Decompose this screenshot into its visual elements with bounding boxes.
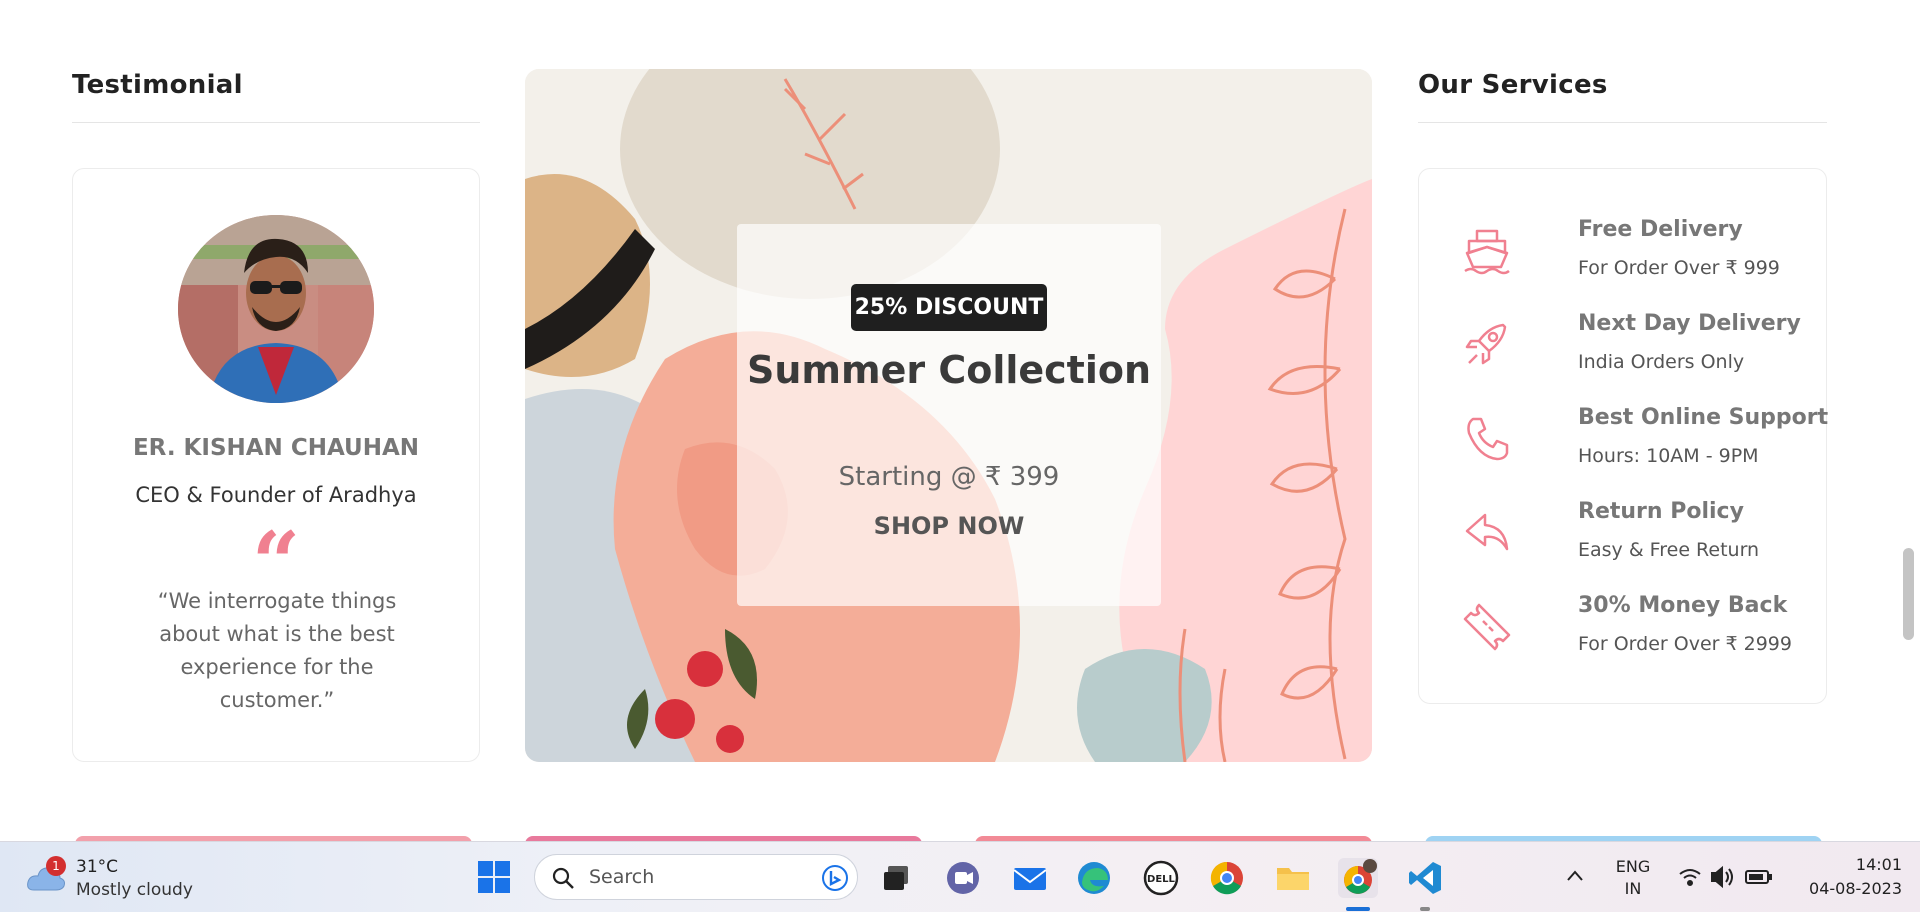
search-icon bbox=[552, 867, 574, 889]
summer-collection-banner[interactable]: 25% DISCOUNT Summer Collection Starting … bbox=[525, 69, 1372, 762]
service-title: Return Policy bbox=[1578, 499, 1744, 524]
svg-text:DELL: DELL bbox=[1147, 874, 1176, 885]
dell-icon[interactable]: DELL bbox=[1141, 858, 1181, 898]
promo-title: Summer Collection bbox=[746, 348, 1152, 392]
service-item-free-delivery: Free Delivery For Order Over ₹ 999 bbox=[1459, 217, 1819, 297]
windows-taskbar: 1 31°C Mostly cloudy Search DELL ENG IN … bbox=[0, 841, 1920, 912]
services-card: Free Delivery For Order Over ₹ 999 Next … bbox=[1418, 168, 1828, 704]
clock[interactable]: 14:01 04-08-2023 bbox=[1790, 853, 1902, 901]
testimonial-heading: Testimonial bbox=[72, 70, 243, 100]
clock-date: 04-08-2023 bbox=[1809, 879, 1902, 898]
testimonial-quote: “We interrogate things about what is the… bbox=[157, 589, 397, 712]
testimonial-name: ER. KISHAN CHAUHAN bbox=[132, 435, 420, 461]
mail-icon[interactable] bbox=[1010, 858, 1050, 898]
language-region: IN bbox=[1624, 879, 1642, 898]
service-subtitle: India Orders Only bbox=[1578, 351, 1745, 373]
language-code: ENG bbox=[1615, 857, 1651, 876]
testimonial-card: ER. KISHAN CHAUHAN CEO & Founder of Arad… bbox=[72, 168, 480, 762]
running-app-indicator bbox=[1420, 907, 1430, 911]
service-item-return-policy: Return Policy Easy & Free Return bbox=[1459, 499, 1819, 579]
edge-icon[interactable] bbox=[1074, 858, 1114, 898]
services-heading: Our Services bbox=[1418, 70, 1608, 100]
weather-temp: 31°C bbox=[76, 857, 119, 877]
phone-icon bbox=[1467, 417, 1509, 461]
return-icon bbox=[1465, 513, 1509, 551]
language-indicator[interactable]: ENG IN bbox=[1608, 856, 1658, 900]
service-subtitle: For Order Over ₹ 2999 bbox=[1578, 633, 1792, 655]
chrome-icon[interactable] bbox=[1207, 858, 1247, 898]
service-title: 30% Money Back bbox=[1578, 593, 1788, 618]
service-subtitle: Hours: 10AM - 9PM bbox=[1578, 445, 1759, 467]
service-title: Free Delivery bbox=[1578, 217, 1743, 242]
active-app-indicator bbox=[1346, 907, 1370, 911]
bing-icon[interactable] bbox=[821, 864, 849, 892]
service-item-next-day-delivery: Next Day Delivery India Orders Only bbox=[1459, 311, 1819, 391]
search-placeholder: Search bbox=[589, 866, 655, 888]
service-title: Best Online Support bbox=[1578, 405, 1829, 430]
file-explorer-icon[interactable] bbox=[1273, 858, 1313, 898]
ticket-icon bbox=[1463, 603, 1511, 651]
taskbar-search[interactable]: Search bbox=[534, 854, 858, 900]
service-item-online-support: Best Online Support Hours: 10AM - 9PM bbox=[1459, 405, 1828, 485]
system-tray[interactable] bbox=[1676, 864, 1776, 890]
weather-widget[interactable]: 1 31°C Mostly cloudy bbox=[26, 854, 196, 902]
clock-time: 14:01 bbox=[1855, 855, 1902, 874]
wifi-icon bbox=[1679, 869, 1701, 886]
avatar bbox=[178, 215, 374, 403]
service-subtitle: For Order Over ₹ 999 bbox=[1578, 257, 1780, 279]
weather-condition: Mostly cloudy bbox=[76, 880, 193, 900]
services-divider bbox=[1418, 122, 1827, 123]
service-title: Next Day Delivery bbox=[1578, 311, 1801, 336]
promo-price: Starting @ ₹ 399 bbox=[838, 462, 1060, 492]
testimonial-divider bbox=[72, 122, 480, 123]
scrollbar-thumb[interactable] bbox=[1903, 548, 1914, 640]
vscode-icon[interactable] bbox=[1405, 858, 1445, 898]
chrome-profile-icon[interactable] bbox=[1338, 858, 1378, 898]
scrollbar-track[interactable] bbox=[1896, 0, 1920, 841]
chevron-up-icon[interactable] bbox=[1565, 866, 1585, 886]
web-page: Testimonial ER. KISHAN CHAUHAN CEO & Fou… bbox=[0, 0, 1920, 841]
service-subtitle: Easy & Free Return bbox=[1578, 539, 1760, 561]
volume-icon bbox=[1711, 865, 1733, 889]
testimonial-role: CEO & Founder of Aradhya bbox=[135, 483, 417, 507]
rocket-icon bbox=[1465, 323, 1507, 365]
teams-icon[interactable] bbox=[943, 858, 983, 898]
ship-icon bbox=[1464, 229, 1510, 275]
windows-start-icon[interactable] bbox=[476, 859, 512, 895]
promo-box: 25% DISCOUNT Summer Collection Starting … bbox=[737, 224, 1161, 606]
notification-badge: 1 bbox=[46, 856, 66, 876]
service-item-money-back: 30% Money Back For Order Over ₹ 2999 bbox=[1459, 593, 1819, 673]
shop-now-link[interactable]: SHOP NOW bbox=[837, 512, 1061, 540]
battery-icon bbox=[1745, 870, 1772, 884]
task-view-icon[interactable] bbox=[876, 858, 916, 898]
discount-badge: 25% DISCOUNT bbox=[851, 284, 1047, 331]
